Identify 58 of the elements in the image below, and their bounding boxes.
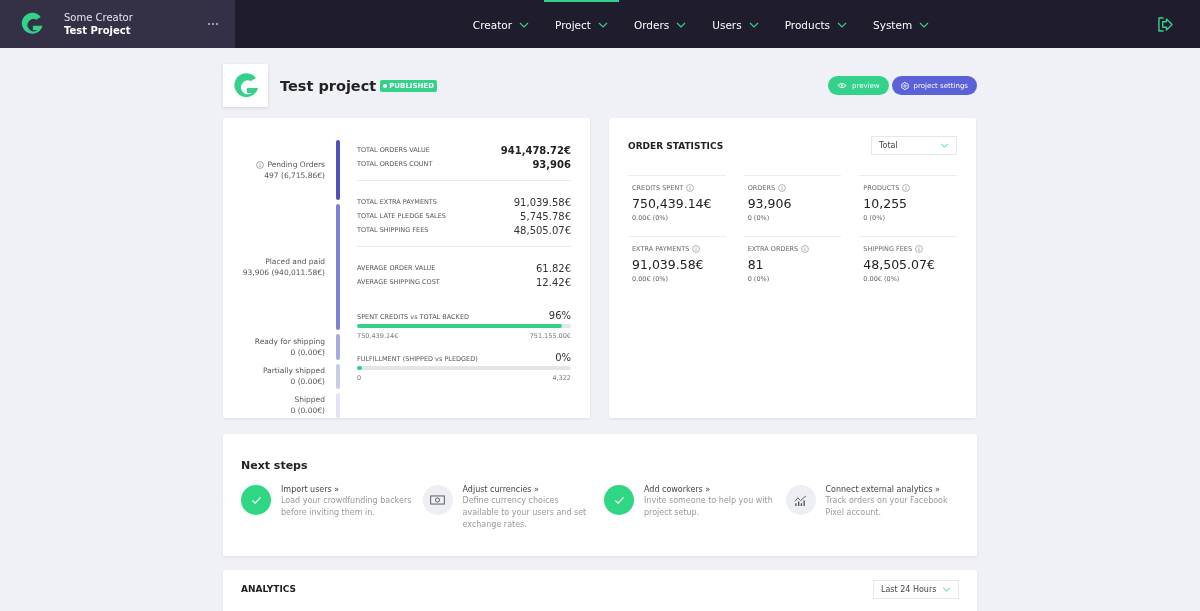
- step-link[interactable]: Import users »: [281, 485, 415, 494]
- chevron-down-icon: [837, 22, 847, 28]
- step-description: Load your crowdfunding backers before inviting them in.: [281, 495, 413, 519]
- dot-icon: [383, 83, 388, 88]
- metric-value: 91,039.58€: [513, 196, 571, 208]
- metric-value: 12.42€: [536, 276, 571, 288]
- metric-value: 61.82€: [536, 262, 571, 274]
- chevron-down-icon: [919, 22, 930, 28]
- info-icon: [902, 184, 911, 192]
- stat-value: 750,439.14€: [632, 196, 713, 211]
- step-description: Invite someone to help you with project setup.: [644, 495, 774, 519]
- card-title: ANALYTICS: [241, 584, 297, 594]
- step-link[interactable]: Connect external analytics »: [825, 485, 959, 494]
- stat-value: 91,039.58€: [632, 257, 705, 272]
- card-title: ORDER STATISTICS: [628, 140, 724, 151]
- metric-value: 48,505.07€: [513, 224, 571, 236]
- chevron-down-icon: [748, 22, 759, 28]
- project-logo: [223, 64, 268, 107]
- stat-value: 48,505.07€: [863, 257, 936, 272]
- nav-menu[interactable]: Users: [701, 0, 770, 48]
- nav-menu[interactable]: Project: [544, 0, 619, 48]
- info-icon: [801, 245, 810, 253]
- info-icon: [778, 184, 787, 192]
- creator-name: Some Creator: [64, 12, 134, 23]
- period-select[interactable]: Total: [871, 136, 957, 155]
- stat-value: 10,255: [863, 196, 909, 211]
- logout-icon[interactable]: [1157, 16, 1174, 32]
- chevron-down-icon: [940, 143, 949, 148]
- project-switcher[interactable]: Some Creator Test Project: [0, 0, 235, 48]
- metric-value: 5,745.78€: [520, 210, 571, 222]
- project-name: Test Project: [64, 25, 132, 36]
- progress-percent: 96%: [548, 310, 571, 321]
- more-icon[interactable]: [207, 22, 219, 26]
- nav-menu[interactable]: Orders: [622, 0, 698, 48]
- period-select[interactable]: Last 24 Hours: [873, 580, 959, 599]
- info-icon: [686, 184, 695, 192]
- step-link[interactable]: Add coworkers »: [644, 485, 778, 494]
- nav-menu[interactable]: System: [862, 0, 941, 48]
- nav-menu[interactable]: Products: [773, 0, 858, 48]
- project-title: Test project: [280, 77, 377, 94]
- chevron-down-icon: [942, 587, 951, 592]
- stat-value: 81: [747, 257, 765, 272]
- card-title: Next steps: [241, 459, 308, 472]
- chevron-down-icon: [519, 22, 529, 28]
- step-link[interactable]: Adjust currencies »: [462, 485, 596, 494]
- stat-value: 93,906: [747, 196, 793, 211]
- step-description: Define currency choices available to your users and set exchange rates.: [462, 495, 588, 531]
- chevron-down-icon: [676, 22, 687, 28]
- progress-percent: 0%: [555, 352, 571, 363]
- eye-icon: [836, 82, 847, 89]
- gear-icon: [900, 81, 909, 90]
- info-icon: [915, 245, 924, 253]
- metric-value: 941,478.72€: [500, 144, 571, 156]
- nav-menu[interactable]: Creator: [461, 0, 540, 48]
- info-icon: [692, 245, 701, 253]
- step-description: Track orders on your Facebook Pixel account.: [825, 495, 949, 519]
- chevron-down-icon: [597, 22, 608, 28]
- metric-value: 93,906: [532, 158, 571, 170]
